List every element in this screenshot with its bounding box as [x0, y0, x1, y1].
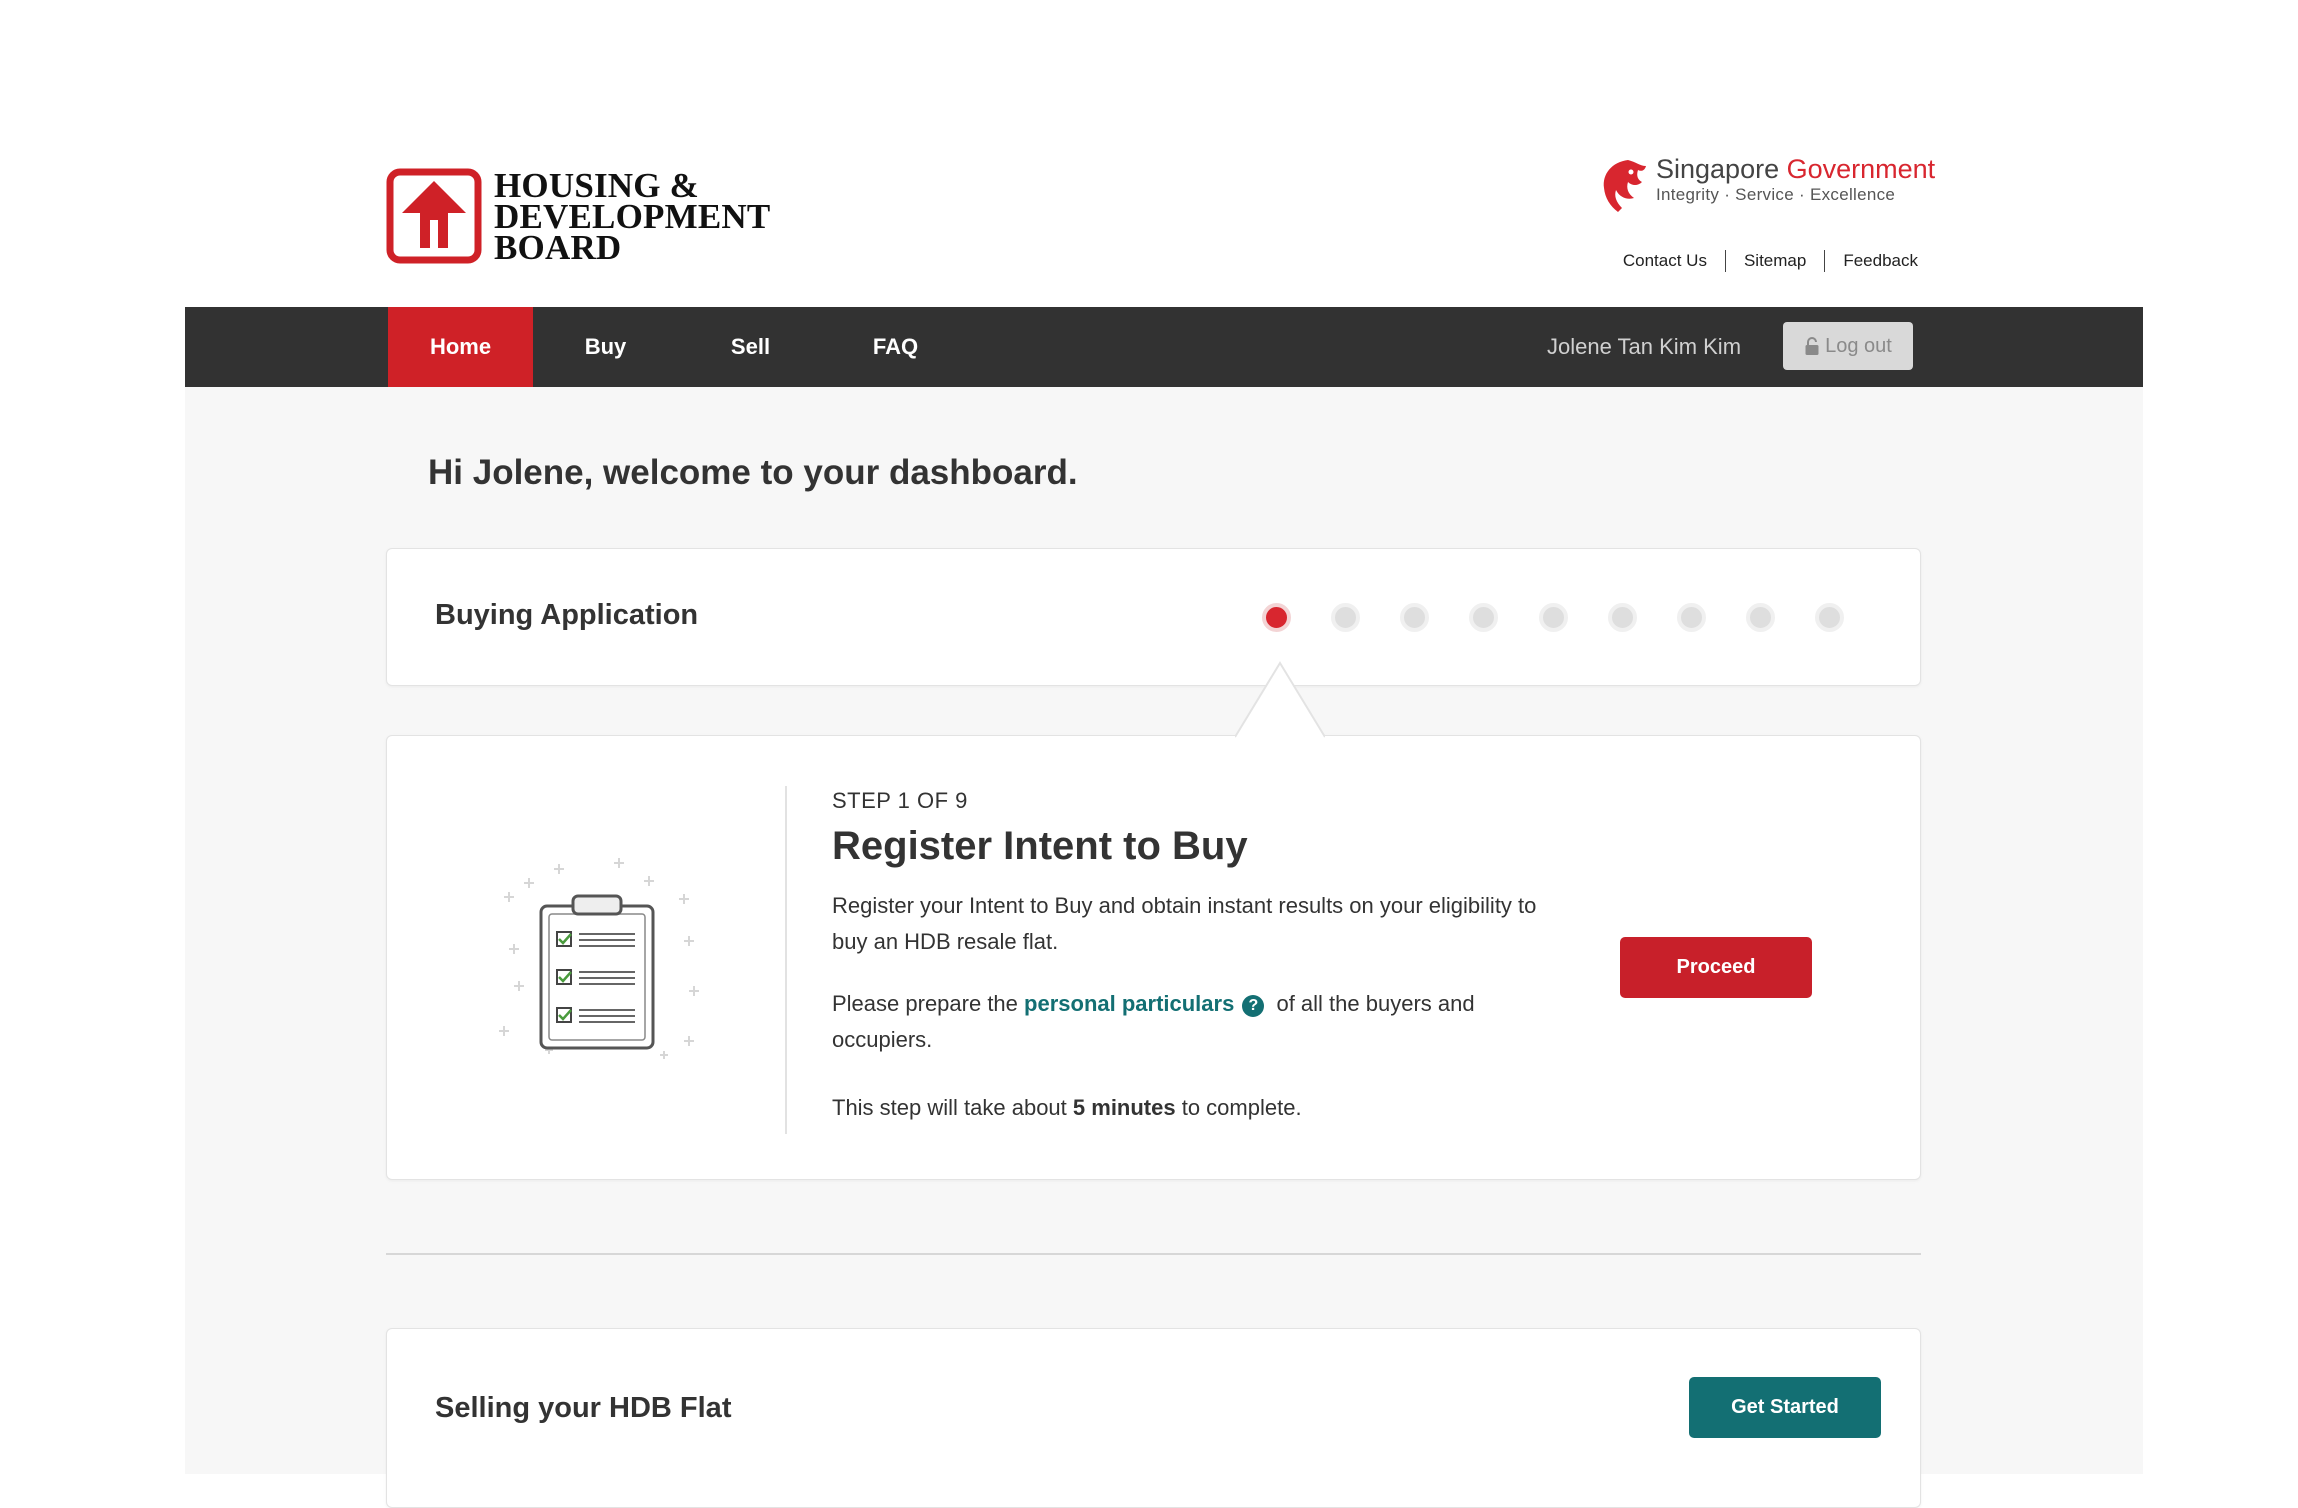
utility-links: Contact Us Sitemap Feedback — [1623, 250, 1918, 272]
contact-us-link[interactable]: Contact Us — [1623, 251, 1707, 271]
logo-line: DEVELOPMENT — [494, 196, 771, 236]
nav-home[interactable]: Home — [388, 307, 533, 387]
logo-line: HOUSING & — [494, 165, 700, 205]
step-dot-1[interactable] — [1262, 603, 1291, 632]
hdb-logo-text: HOUSING & DEVELOPMENT BOARD — [494, 165, 771, 267]
personal-particulars-link[interactable]: personal particulars — [1024, 991, 1234, 1016]
divider — [1724, 250, 1726, 272]
step-dot-7[interactable] — [1677, 603, 1706, 632]
feedback-link[interactable]: Feedback — [1843, 251, 1918, 271]
selling-title: Selling your HDB Flat — [435, 1392, 732, 1424]
step-dot-8[interactable] — [1746, 603, 1775, 632]
gov-name: Singapore Government — [1656, 154, 1936, 184]
hdb-house-arrow-icon — [386, 168, 482, 264]
step-title: Register Intent to Buy — [832, 824, 1248, 868]
proceed-button[interactable]: Proceed — [1620, 937, 1812, 998]
sitemap-link[interactable]: Sitemap — [1744, 251, 1806, 271]
step-prepare-note: Please prepare the personal particulars?… — [832, 991, 1475, 1052]
logout-button[interactable]: Log out — [1783, 322, 1913, 370]
step-description: Register your Intent to Buy and obtain i… — [832, 893, 1537, 954]
help-question-icon[interactable]: ? — [1242, 995, 1265, 1017]
hdb-logo[interactable]: HOUSING & DEVELOPMENT BOARD — [386, 166, 770, 266]
user-name: Jolene Tan Kim Kim — [1547, 334, 1742, 359]
dashboard-content: Hi Jolene, welcome to your dashboard. Bu… — [185, 387, 2143, 1508]
selling-card: Selling your HDB Flat Get Started — [386, 1328, 1921, 1508]
step-dot-9[interactable] — [1815, 603, 1844, 632]
step-card: STEP 1 OF 9 Register Intent to Buy Regis… — [386, 735, 1921, 1180]
gov-tagline: Integrity · Service · Excellence — [1656, 185, 1896, 204]
step-counter: STEP 1 OF 9 — [832, 788, 968, 813]
buying-application-title: Buying Application — [435, 599, 699, 631]
welcome-heading: Hi Jolene, welcome to your dashboard. — [428, 453, 1078, 492]
step-duration: This step will take about 5 minutes to c… — [832, 1095, 1302, 1120]
nav-faq[interactable]: FAQ — [823, 307, 968, 387]
step-dot-3[interactable] — [1400, 603, 1429, 632]
step-pointer-arrow — [1235, 661, 1325, 739]
logo-line: BOARD — [494, 227, 622, 267]
main-nav: Home Buy Sell FAQ Jolene Tan Kim Kim Log… — [185, 307, 2143, 387]
lion-head-icon — [1603, 160, 1646, 212]
nav-buy[interactable]: Buy — [533, 307, 678, 387]
lock-icon — [1805, 337, 1819, 355]
site-header: HOUSING & DEVELOPMENT BOARD Singapore Go… — [0, 0, 2298, 307]
logout-label: Log out — [1825, 334, 1892, 357]
clipboard-checklist-icon — [499, 858, 699, 1059]
buying-application-card: Buying Application — [386, 548, 1921, 686]
step-dot-5[interactable] — [1539, 603, 1568, 632]
step-dot-2[interactable] — [1331, 603, 1360, 632]
get-started-button[interactable]: Get Started — [1689, 1377, 1881, 1438]
step-progress-dots — [1262, 603, 1844, 633]
divider — [1824, 250, 1826, 272]
step-dot-6[interactable] — [1608, 603, 1637, 632]
step-dot-4[interactable] — [1469, 603, 1498, 632]
vertical-divider — [785, 786, 787, 1134]
singapore-government-badge[interactable]: Singapore Government Integrity · Service… — [1598, 154, 1935, 216]
section-divider — [386, 1253, 1921, 1255]
nav-sell[interactable]: Sell — [678, 307, 823, 387]
